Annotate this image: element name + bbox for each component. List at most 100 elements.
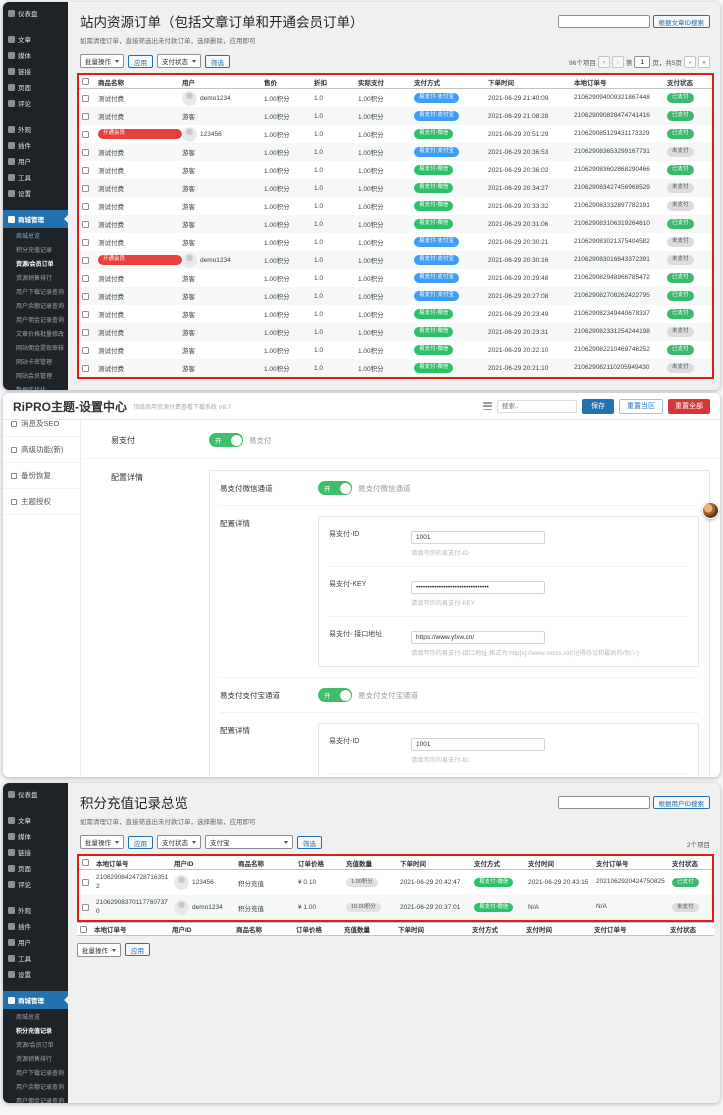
wechat-channel-toggle[interactable]: 开 (318, 481, 352, 495)
settings-search-input[interactable] (497, 399, 577, 413)
sidebar-subitem[interactable]: 用户下载记录查询 (3, 284, 68, 298)
sidebar-item[interactable]: 工具 (3, 169, 68, 185)
table-row[interactable]: 测试付费 游客 1.00积分 1.0 1.00积分 易支付-微信 2021-06-29 20… (79, 179, 712, 197)
row-checkbox[interactable] (82, 904, 89, 911)
sidebar-item[interactable]: 文章 (3, 812, 68, 828)
row-checkbox[interactable] (82, 310, 89, 318)
sidebar-subitem[interactable]: 文章价格批量修改 (3, 326, 68, 340)
sidebar-item[interactable]: 媒体 (3, 47, 68, 63)
filter-button[interactable]: 筛选 (205, 55, 230, 68)
first-page-button[interactable]: « (597, 56, 610, 68)
row-checkbox[interactable] (82, 184, 89, 192)
table-row[interactable]: 测试付费 游客 1.00积分 1.0 1.00积分 易支付-微信 2021-06-29 20… (79, 359, 712, 377)
apply-button[interactable]: 应用 (128, 55, 153, 68)
sidebar-item[interactable]: 文章 (3, 31, 68, 47)
table-row[interactable]: 测试付费 游客 1.00积分 1.0 1.00积分 易支付-微信 2021-06-29 20… (79, 305, 712, 323)
sidebar-item[interactable]: 用户 (3, 934, 68, 950)
sidebar-subitem[interactable]: 数据库优化 (3, 382, 68, 391)
field-input[interactable] (411, 738, 545, 751)
sidebar-item[interactable]: 用户 (3, 153, 68, 169)
bulk-action-select[interactable]: 批量操作 (80, 835, 124, 849)
table-row[interactable]: 210629084247287163512 123456 积分充值 ¥ 0.10 1.0… (79, 870, 712, 895)
row-checkbox[interactable] (82, 166, 89, 174)
table-row[interactable]: 测试付费 游客 1.00积分 1.0 1.00积分 易支付-支付宝 2021-06-29 2… (79, 143, 712, 161)
field-input[interactable] (411, 581, 545, 594)
next-page-button[interactable]: › (684, 56, 696, 68)
settings-nav-item[interactable]: 消息及SEO (3, 420, 80, 437)
sidebar-item[interactable]: 工具 (3, 950, 68, 966)
table-row[interactable]: 开通会员 123456 1.00积分 1.0 1.00积分 易支付-微信 2021-06-2… (79, 125, 712, 143)
row-checkbox[interactable] (82, 879, 89, 886)
sidebar-item[interactable]: 评论 (3, 95, 68, 111)
sidebar-item[interactable]: 评论 (3, 876, 68, 892)
user-search-input[interactable] (557, 796, 650, 809)
sidebar-item[interactable]: 链接 (3, 63, 68, 79)
row-checkbox[interactable] (82, 274, 89, 282)
epay-toggle[interactable]: 开 (209, 433, 243, 447)
bulk-action-select[interactable]: 批量操作 (77, 943, 121, 957)
settings-nav-item[interactable]: 主题授权 (3, 489, 80, 515)
reset-section-button[interactable]: 重置当区 (619, 398, 663, 414)
sidebar-subitem[interactable]: 网站卡密管理 (3, 354, 68, 368)
sidebar-item[interactable]: 插件 (3, 918, 68, 934)
sidebar-item[interactable]: 外观 (3, 902, 68, 918)
sidebar-subitem[interactable]: 资源/会员订单 (3, 256, 68, 270)
sidebar-subitem[interactable]: 网站佣金提现审核 (3, 340, 68, 354)
bulk-action-select[interactable]: 批量操作 (80, 54, 124, 68)
row-checkbox[interactable] (82, 130, 89, 138)
row-checkbox[interactable] (82, 238, 89, 246)
sidebar-item[interactable]: 设置 (3, 966, 68, 982)
table-row[interactable]: 测试付费 游客 1.00积分 1.0 1.00积分 易支付-支付宝 2021-06-29 2… (79, 287, 712, 305)
row-checkbox[interactable] (82, 78, 89, 85)
sidebar-item[interactable]: 媒体 (3, 828, 68, 844)
alipay-channel-toggle[interactable]: 开 (318, 688, 352, 702)
sidebar-item-shop-manage[interactable]: 商城管理 (3, 991, 68, 1009)
sidebar-item[interactable]: 页面 (3, 79, 68, 95)
filter-button[interactable]: 筛选 (297, 836, 322, 849)
field-input[interactable] (411, 531, 545, 544)
row-checkbox[interactable] (82, 256, 89, 264)
menu-icon[interactable] (483, 402, 492, 410)
sidebar-item[interactable]: 仪表盘 (3, 5, 68, 21)
sidebar-subitem[interactable]: 资源/会员订单 (3, 1037, 68, 1051)
reset-all-button[interactable]: 重置全部 (668, 398, 710, 414)
table-row[interactable]: 测试付费 demo1234 1.00积分 1.0 1.00积分 易支付-支付宝 2021-0… (79, 89, 712, 107)
sidebar-subitem[interactable]: 网站会员管理 (3, 368, 68, 382)
pay-status-select[interactable]: 支付状态 (157, 835, 201, 849)
row-checkbox[interactable] (82, 94, 89, 102)
sidebar-subitem[interactable]: 用户余额记录查询 (3, 1079, 68, 1093)
row-checkbox[interactable] (82, 292, 89, 300)
sidebar-subitem[interactable]: 积分充值记录 (3, 242, 68, 256)
sidebar-subitem[interactable]: 商城总览 (3, 1009, 68, 1023)
table-row[interactable]: 测试付费 游客 1.00积分 1.0 1.00积分 易支付-支付宝 2021-06-29 2… (79, 233, 712, 251)
search-by-article-button[interactable]: 根据文章ID搜索 (652, 15, 710, 28)
row-checkbox[interactable] (82, 859, 89, 866)
article-search-input[interactable] (557, 15, 650, 28)
table-row[interactable]: 测试付费 游客 1.00积分 1.0 1.00积分 易支付-微信 2021-06-29 20… (79, 323, 712, 341)
table-row[interactable]: 210629083701177607370 demo1234 积分充值 ¥ 1.00 1… (79, 895, 712, 920)
search-by-user-button[interactable]: 根据用户ID搜索 (652, 796, 710, 809)
sidebar-item[interactable]: 页面 (3, 860, 68, 876)
row-checkbox[interactable] (82, 346, 89, 354)
sidebar-subitem[interactable]: 商城总览 (3, 228, 68, 242)
row-checkbox[interactable] (82, 328, 89, 336)
current-page-input[interactable] (634, 56, 651, 68)
row-checkbox[interactable] (82, 364, 89, 372)
row-checkbox[interactable] (82, 148, 89, 156)
sidebar-item[interactable]: 仪表盘 (3, 786, 68, 802)
sidebar-item[interactable]: 外观 (3, 121, 68, 137)
row-checkbox[interactable] (80, 925, 87, 933)
row-checkbox[interactable] (82, 202, 89, 210)
floating-avatar[interactable] (702, 502, 719, 519)
prev-page-button[interactable]: ‹ (611, 56, 624, 68)
sidebar-subitem[interactable]: 积分充值记录 (3, 1023, 68, 1037)
table-row[interactable]: 测试付费 游客 1.00积分 1.0 1.00积分 易支付-微信 2021-06-29 20… (79, 197, 712, 215)
table-row[interactable]: 开通会员 demo1234 1.00积分 1.0 1.00积分 易支付-支付宝 2021-0… (79, 251, 712, 269)
save-button[interactable]: 保存 (582, 398, 614, 414)
sidebar-item[interactable]: 插件 (3, 137, 68, 153)
sidebar-subitem[interactable]: 用户余额记录查询 (3, 298, 68, 312)
last-page-button[interactable]: » (698, 56, 710, 68)
table-row[interactable]: 测试付费 游客 1.00积分 1.0 1.00积分 易支付-微信 2021-06-29 20… (79, 341, 712, 359)
row-checkbox[interactable] (82, 112, 89, 120)
table-row[interactable]: 测试付费 游客 1.00积分 1.0 1.00积分 易支付-支付宝 2021-06-29 2… (79, 107, 712, 125)
